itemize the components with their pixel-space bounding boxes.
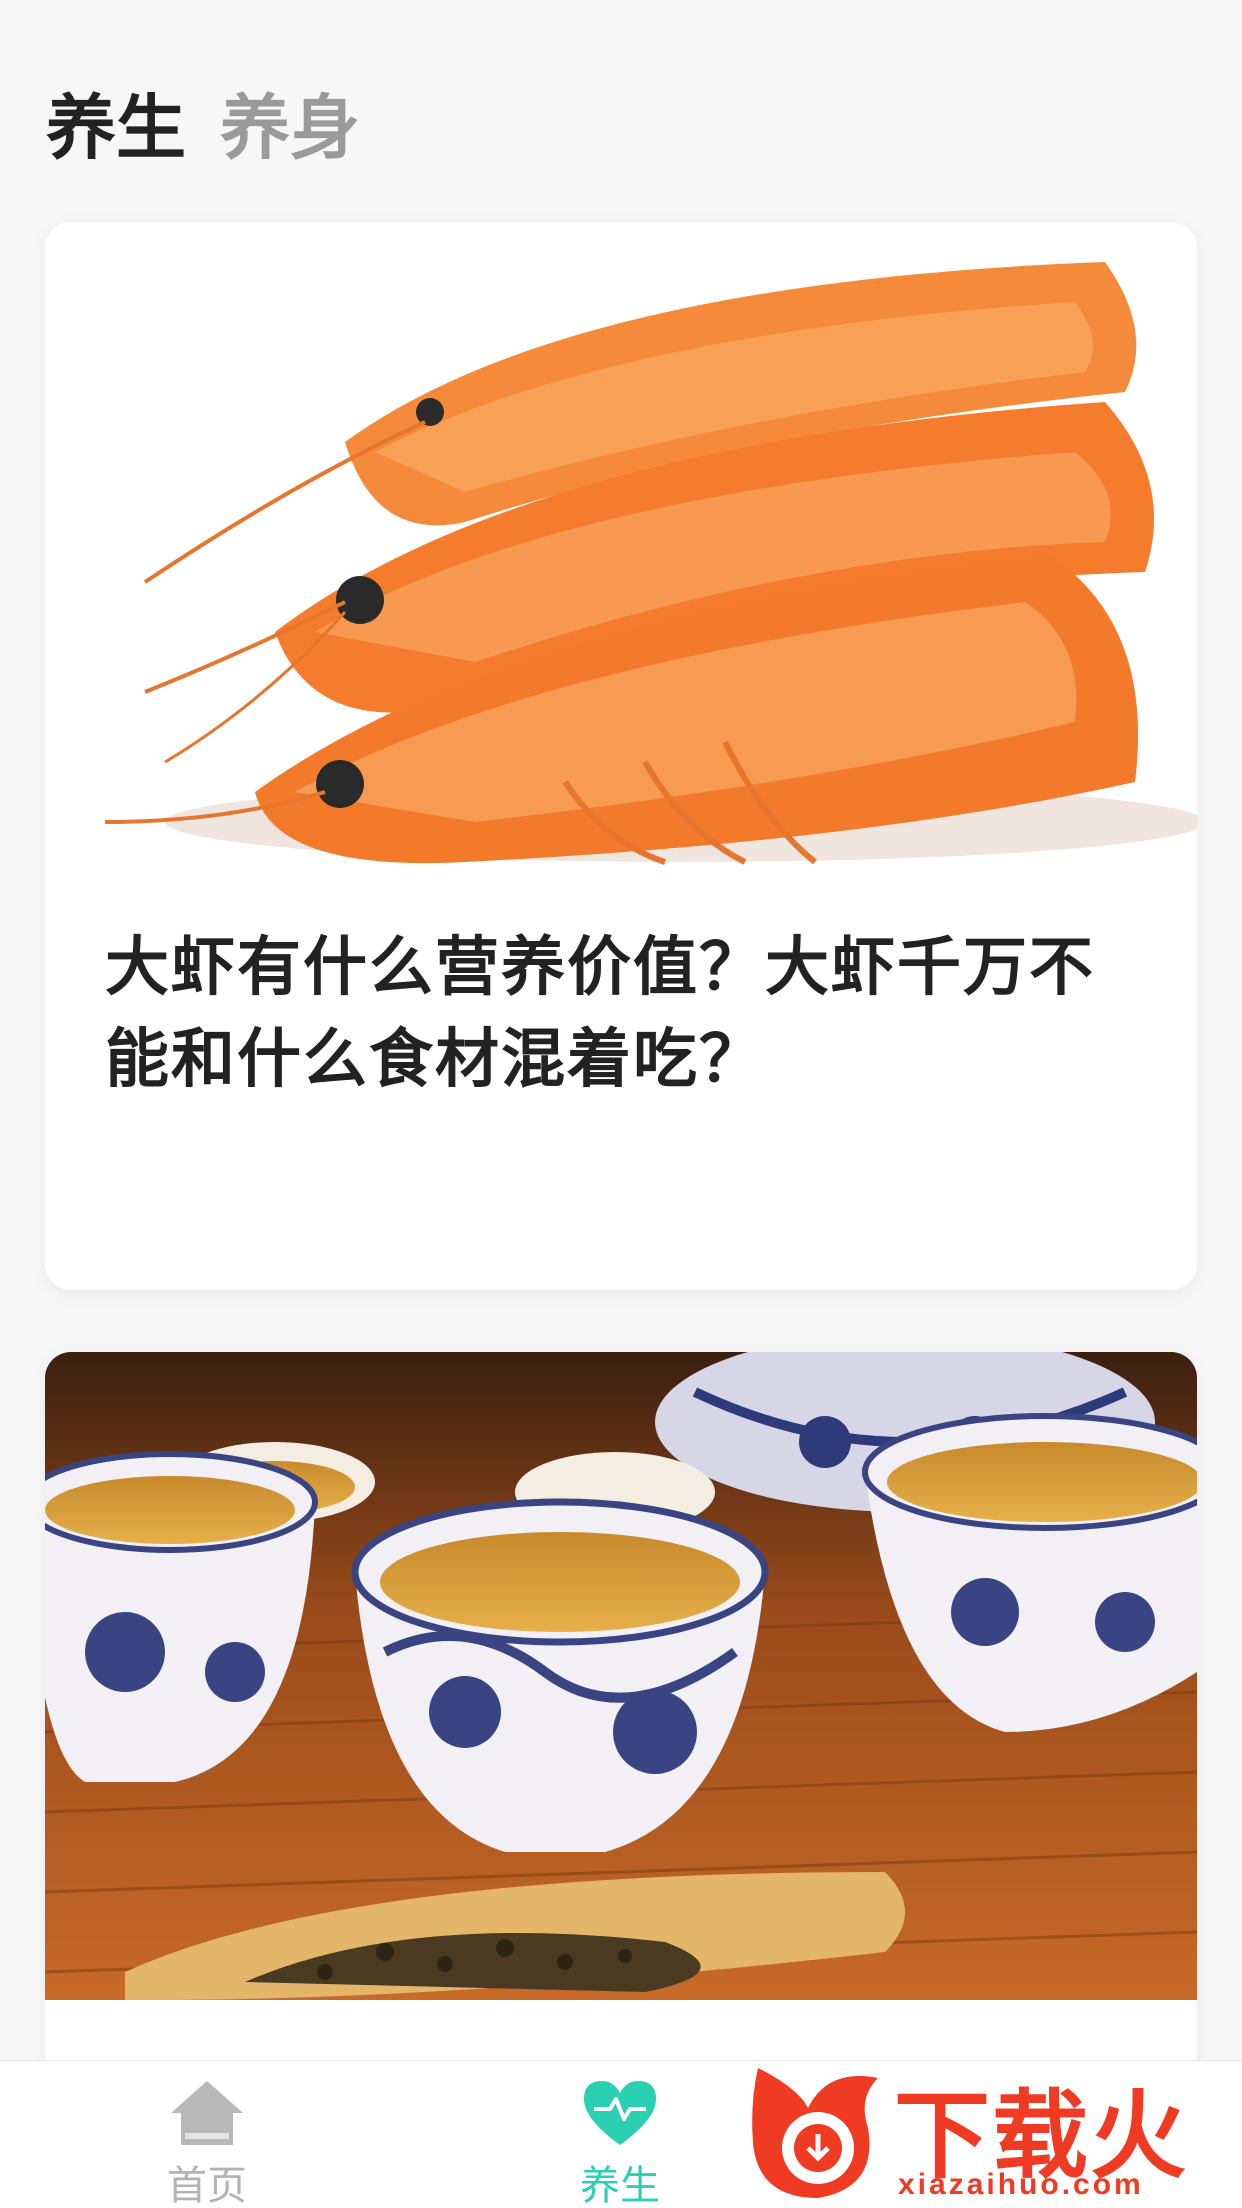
tea-cups-photo: [45, 1352, 1197, 2000]
nav-label-health: 养生: [580, 2163, 660, 2208]
tab-yangshen[interactable]: 养身: [220, 86, 360, 170]
shrimp-photo: [45, 222, 1197, 870]
heart-pulse-icon: [584, 2081, 656, 2145]
nav-item-health[interactable]: 养生: [540, 2077, 700, 2208]
xiazaihuo-watermark: 下载火 xiazaihuo.com: [738, 2048, 1242, 2208]
article-title[interactable]: 大虾有什么营养价值？大虾千万不能和什么食材混着吃？: [105, 922, 1137, 1106]
nav-item-home[interactable]: 首页: [127, 2077, 287, 2208]
article-card[interactable]: 大虾有什么营养价值？大虾千万不能和什么食材混着吃？ 0 0 0: [45, 222, 1197, 1290]
tab-yangsheng[interactable]: 养生: [46, 86, 186, 170]
watermark-url: xiazaihuo.com: [898, 2168, 1144, 2201]
flame-logo-icon: [752, 2068, 878, 2198]
header-tabs: 养生 养身: [46, 86, 360, 170]
home-icon: [171, 2081, 243, 2145]
nav-label-home: 首页: [167, 2163, 247, 2208]
